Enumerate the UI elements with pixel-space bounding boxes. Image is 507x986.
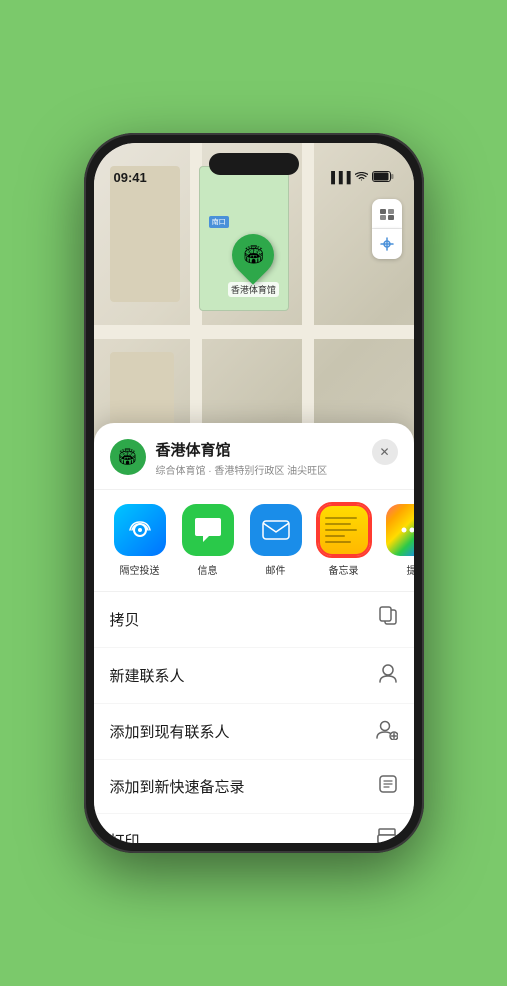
place-name: 香港体育馆	[156, 439, 362, 460]
battery-icon	[372, 171, 394, 185]
map-type-button[interactable]	[372, 199, 402, 229]
messages-label: 信息	[198, 562, 218, 577]
action-add-note[interactable]: 添加到新快速备忘录	[94, 760, 414, 814]
stadium-emoji: 🏟	[117, 447, 137, 467]
share-item-more[interactable]: 提	[378, 504, 414, 577]
status-icons: ▐▐▐	[327, 171, 393, 185]
status-time: 09:41	[114, 170, 147, 185]
add-existing-icon	[376, 718, 398, 745]
more-icon	[386, 504, 414, 556]
print-icon	[376, 828, 398, 843]
share-item-airdrop[interactable]: 隔空投送	[106, 504, 174, 577]
new-contact-label: 新建联系人	[110, 665, 185, 686]
notes-line	[325, 529, 357, 531]
stadium-pin: 🏟 香港体育馆	[228, 234, 279, 297]
place-description: 综合体育馆 · 香港特别行政区 油尖旺区	[156, 462, 362, 477]
dynamic-island	[209, 153, 299, 175]
print-label: 打印	[110, 830, 140, 843]
copy-label: 拷贝	[110, 609, 140, 630]
new-contact-icon	[378, 662, 398, 689]
share-row: 隔空投送 信息	[94, 490, 414, 592]
place-header: 🏟 香港体育馆 综合体育馆 · 香港特别行政区 油尖旺区 ✕	[94, 423, 414, 490]
share-item-mail[interactable]: 邮件	[242, 504, 310, 577]
map-controls	[372, 199, 402, 259]
close-button[interactable]: ✕	[372, 439, 398, 465]
notes-icon	[318, 504, 370, 556]
airdrop-label: 隔空投送	[120, 562, 160, 577]
mail-icon	[250, 504, 302, 556]
nankou-box: 南口	[209, 216, 229, 228]
wifi-icon	[355, 172, 368, 185]
notes-lines	[320, 511, 368, 549]
add-note-icon	[378, 774, 398, 799]
copy-icon	[378, 606, 398, 633]
share-item-notes[interactable]: 备忘录	[310, 504, 378, 577]
place-icon: 🏟	[110, 439, 146, 475]
map-road	[94, 325, 414, 339]
bottom-sheet: 🏟 香港体育馆 综合体育馆 · 香港特别行政区 油尖旺区 ✕	[94, 423, 414, 843]
stadium-icon: 🏟	[242, 245, 265, 266]
more-label: 提	[407, 562, 414, 577]
mail-label: 邮件	[266, 562, 286, 577]
phone-screen: 09:41 ▐▐▐	[94, 143, 414, 843]
signal-icon: ▐▐▐	[327, 172, 350, 184]
action-new-contact[interactable]: 新建联系人	[94, 648, 414, 704]
notes-label: 备忘录	[329, 562, 359, 577]
messages-icon	[182, 504, 234, 556]
action-add-existing[interactable]: 添加到现有联系人	[94, 704, 414, 760]
share-item-messages[interactable]: 信息	[174, 504, 242, 577]
pin-icon: 🏟	[224, 225, 283, 284]
notes-line	[325, 541, 352, 543]
airdrop-icon	[114, 504, 166, 556]
add-existing-label: 添加到现有联系人	[110, 721, 230, 742]
notes-line	[325, 517, 357, 519]
action-print[interactable]: 打印	[94, 814, 414, 843]
map-label-nankou: 南口	[209, 216, 229, 228]
action-list: 拷贝 新建联系人	[94, 592, 414, 843]
action-copy[interactable]: 拷贝	[94, 592, 414, 648]
place-info: 香港体育馆 综合体育馆 · 香港特别行政区 油尖旺区	[156, 439, 362, 477]
location-button[interactable]	[372, 229, 402, 259]
notes-line	[325, 535, 346, 537]
phone-frame: 09:41 ▐▐▐	[84, 133, 424, 853]
add-note-label: 添加到新快速备忘录	[110, 776, 245, 797]
notes-line	[325, 523, 352, 525]
